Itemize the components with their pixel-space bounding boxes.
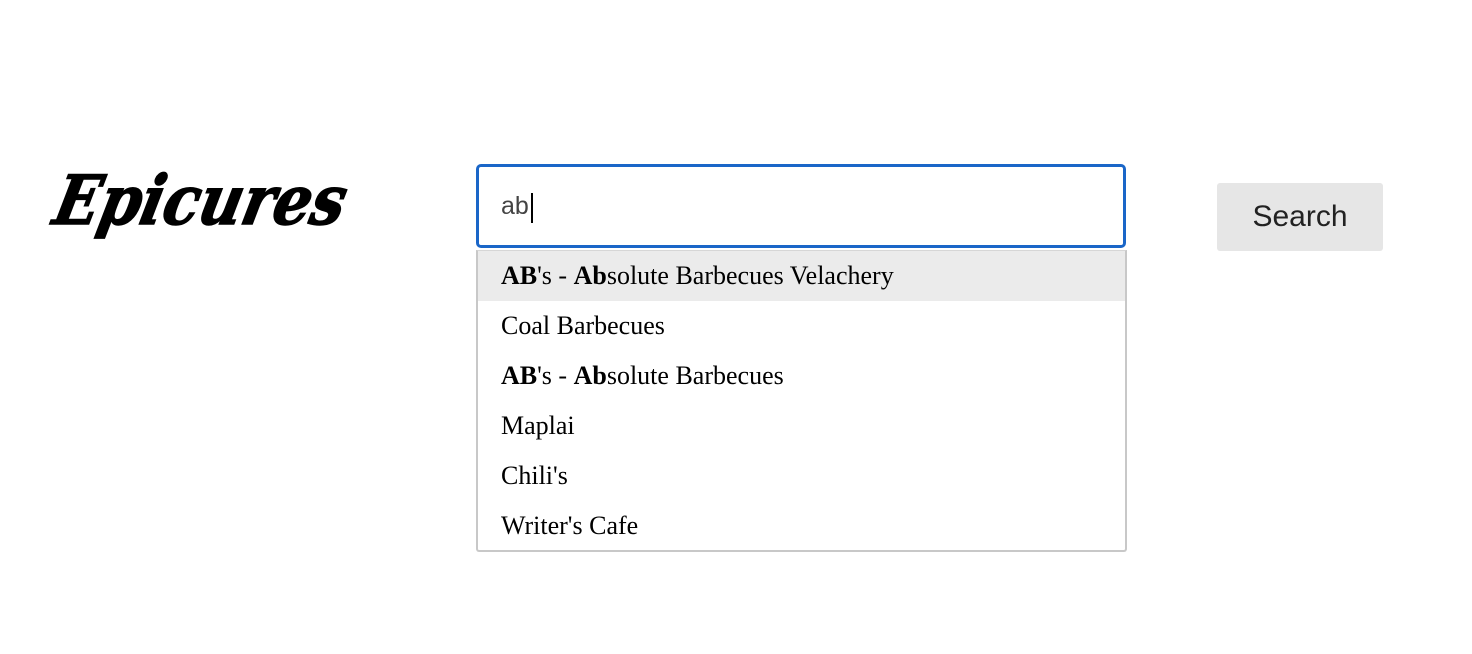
suggestion-item[interactable]: Maplai bbox=[478, 401, 1125, 451]
suggestion-match-text: AB bbox=[501, 261, 538, 290]
suggestion-text: Writer's Cafe bbox=[501, 511, 639, 540]
suggestion-text: solute Barbecues Velachery bbox=[606, 261, 894, 290]
suggestion-text: 's - bbox=[537, 261, 574, 290]
search-box[interactable] bbox=[476, 164, 1126, 248]
suggestion-item[interactable]: Coal Barbecues bbox=[478, 301, 1125, 351]
search-button[interactable]: Search bbox=[1217, 183, 1383, 251]
suggestion-match-text: AB bbox=[501, 361, 538, 390]
text-cursor bbox=[531, 193, 533, 223]
suggestion-text: solute Barbecues bbox=[606, 361, 784, 390]
site-logo[interactable]: Epicures bbox=[45, 160, 355, 242]
suggestion-match-text: Ab bbox=[573, 361, 607, 390]
suggestion-item[interactable]: AB's - Absolute Barbecues Velachery bbox=[478, 251, 1125, 301]
autocomplete-suggestions: AB's - Absolute Barbecues Velachery Coal … bbox=[476, 250, 1127, 552]
suggestion-text: 's - bbox=[537, 361, 574, 390]
logo-wordmark: Epicures bbox=[45, 160, 355, 242]
suggestion-text: Coal Barbecues bbox=[501, 311, 665, 340]
suggestion-match-text: Ab bbox=[573, 261, 607, 290]
logo-text: Epicures bbox=[46, 161, 355, 241]
suggestion-text: Chili's bbox=[501, 461, 568, 490]
search-input[interactable] bbox=[501, 167, 1101, 245]
suggestion-item[interactable]: AB's - Absolute Barbecues bbox=[478, 351, 1125, 401]
suggestion-item[interactable]: Chili's bbox=[478, 451, 1125, 501]
suggestion-text: Maplai bbox=[501, 411, 575, 440]
suggestion-item[interactable]: Writer's Cafe bbox=[478, 501, 1125, 551]
